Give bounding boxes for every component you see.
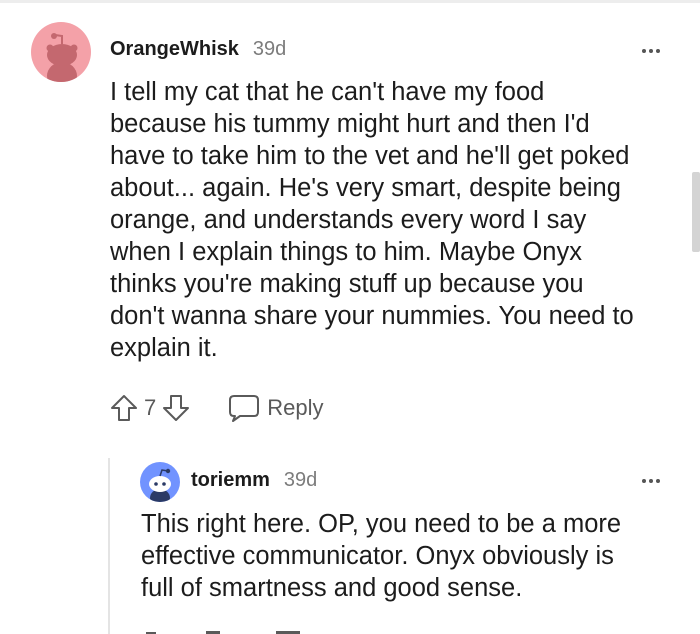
author-line: toriemm 39d [191, 469, 317, 492]
author-line: OrangeWhisk 39d [110, 38, 286, 61]
snoo-avatar-icon [140, 462, 180, 502]
comment-line: full of smartness and good sense. [141, 574, 523, 602]
downvote-icon[interactable] [160, 392, 192, 424]
reply-bubble-icon [229, 395, 260, 422]
comment-line: have to take him to the vet and he'll ge… [110, 142, 630, 170]
timestamp: 39d [283, 469, 318, 491]
comment-body: This right here. OP, you need to be a mo… [141, 508, 681, 604]
upvote-icon[interactable] [108, 392, 140, 424]
thread-line[interactable] [108, 458, 110, 634]
comment-line: I tell my cat that he can't have my food [110, 78, 545, 106]
scrollbar-thumb[interactable] [692, 172, 700, 252]
reply-label: Reply [267, 395, 324, 420]
snoo-avatar-icon [31, 22, 91, 82]
vote-score: 7 [144, 395, 157, 420]
cutoff-action-icons [146, 631, 300, 634]
user-avatar[interactable] [31, 22, 91, 82]
comment-line: This right here. OP, you need to be a mo… [141, 510, 622, 538]
comment-line: about... again. He's very smart, despite… [110, 174, 621, 202]
comment-line: because his tummy might hurt and then I'… [110, 110, 590, 138]
comment-line: orange, and understands every word I say [110, 206, 587, 234]
comment-line: effective communicator. Onyx obviously i… [141, 542, 614, 570]
username[interactable]: OrangeWhisk [110, 38, 239, 61]
comment-line: thinks you're making stuff up because yo… [110, 270, 584, 298]
more-options-icon[interactable] [642, 479, 660, 483]
comment-body: I tell my cat that he can't have my food… [110, 76, 680, 364]
timestamp: 39d [252, 38, 287, 60]
username[interactable]: toriemm [191, 469, 270, 492]
reply-button[interactable]: Reply [228, 393, 324, 423]
comment-line: when I explain things to him. Maybe Onyx [110, 238, 582, 266]
top-divider [0, 0, 700, 3]
comment-line: don't wanna share your nummies. You need… [110, 302, 634, 330]
comment-line: explain it. [110, 334, 218, 362]
user-avatar[interactable] [140, 462, 180, 502]
comment-actions: 7 Reply [108, 392, 324, 424]
more-options-icon[interactable] [642, 49, 660, 53]
